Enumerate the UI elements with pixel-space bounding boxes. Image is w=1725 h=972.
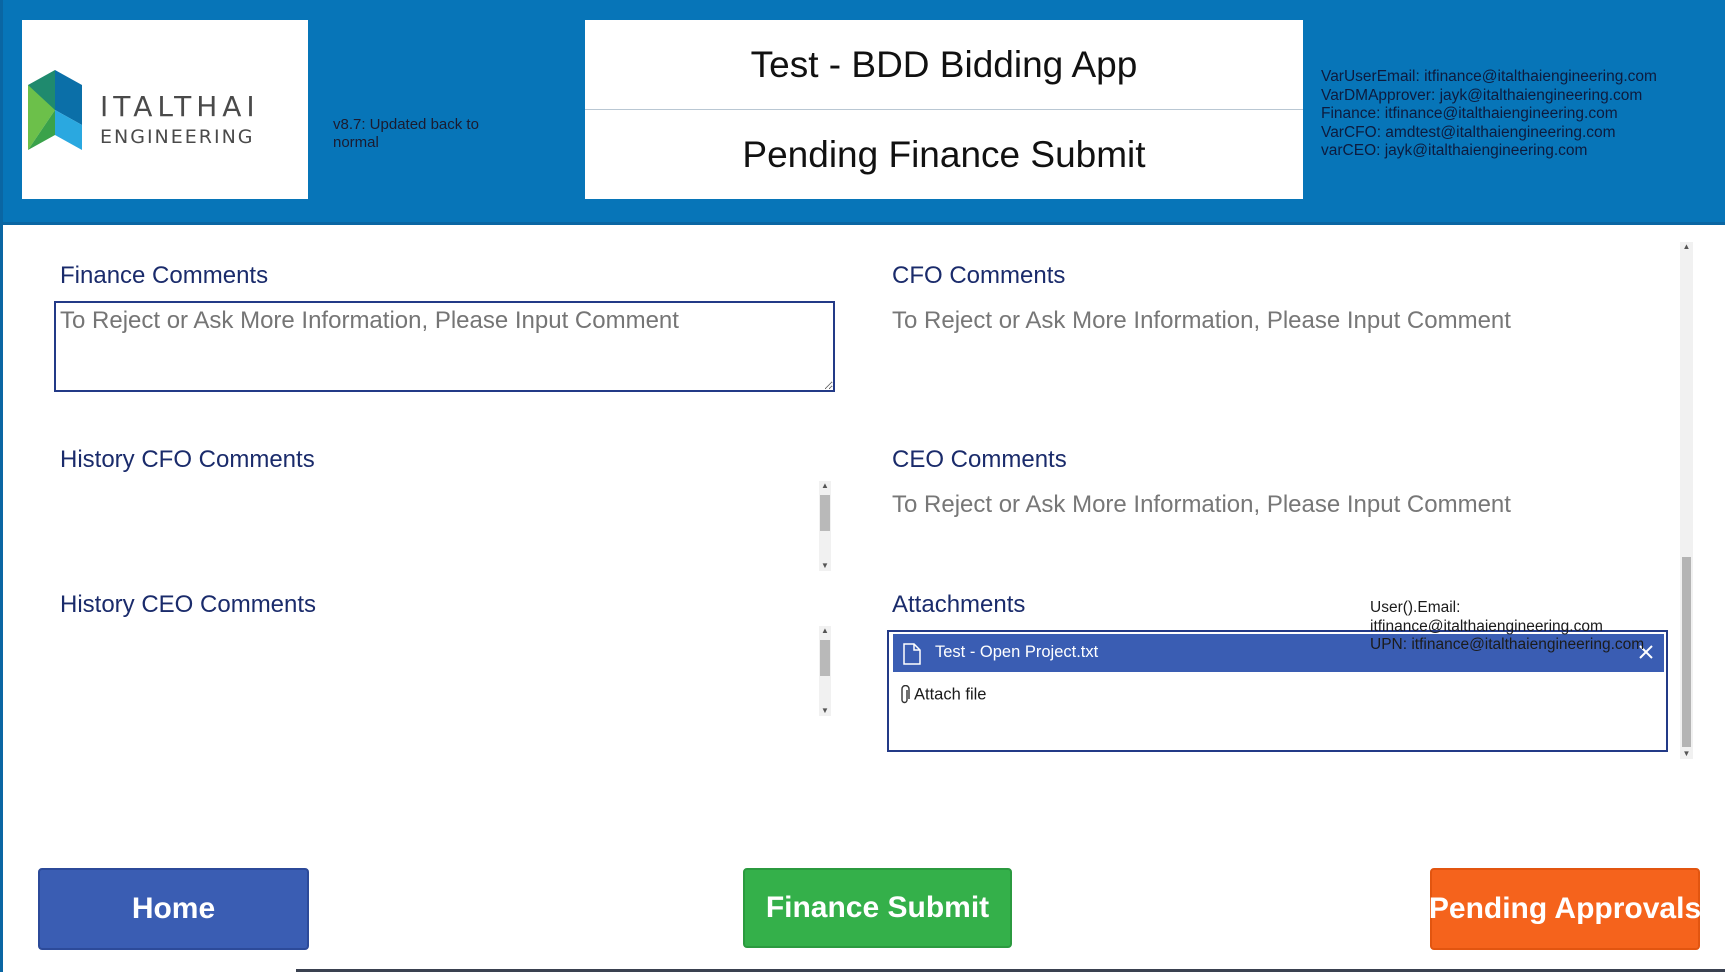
attach-file-label: Attach file <box>914 685 987 704</box>
cfo-comments-label: CFO Comments <box>892 262 1066 289</box>
title-panel: Test - BDD Bidding App Pending Finance S… <box>585 20 1303 199</box>
attachments-label: Attachments <box>892 591 1026 618</box>
var-finance: Finance: itfinance@italthaiengineering.c… <box>1321 105 1618 122</box>
logo-mark-icon <box>28 70 82 150</box>
var-user-email: VarUserEmail: itfinance@italthaiengineer… <box>1321 68 1657 85</box>
attach-file-button[interactable]: Attach file <box>899 685 986 705</box>
screen-title: Pending Finance Submit <box>742 133 1146 175</box>
cfo-comments-field[interactable]: To Reject or Ask More Information, Pleas… <box>892 307 1511 335</box>
debug-line: User().Email: <box>1370 599 1461 616</box>
scrollbar-thumb[interactable] <box>1682 557 1691 747</box>
history-ceo-scrollbar[interactable]: ▲ ▼ <box>819 626 831 716</box>
logo-wordmark: ITALTHAI <box>100 90 260 123</box>
debug-user-info: User().Email: itfinance@italthaiengineer… <box>1370 599 1670 655</box>
scroll-up-icon[interactable]: ▲ <box>819 626 831 636</box>
company-logo: ITALTHAI ENGINEERING <box>22 20 308 199</box>
version-note: v8.7: Updated back to normal <box>333 116 479 151</box>
var-dm-approver: VarDMApprover: jayk@italthaiengineering.… <box>1321 86 1643 104</box>
finance-comments-input[interactable] <box>54 301 835 392</box>
app-title: Test - BDD Bidding App <box>750 43 1138 85</box>
file-icon <box>903 643 921 665</box>
main-scrollbar[interactable]: ▲ ▼ <box>1680 242 1693 759</box>
scroll-down-icon[interactable]: ▼ <box>819 706 831 716</box>
paperclip-icon <box>901 685 910 704</box>
var-cfo: VarCFO: amdtest@italthaiengineering.com <box>1321 123 1616 141</box>
scroll-up-icon[interactable]: ▲ <box>819 481 831 491</box>
var-ceo: varCEO: jayk@italthaiengineering.com <box>1321 142 1588 159</box>
pending-approvals-button[interactable]: Pending Approvals <box>1429 868 1701 950</box>
finance-submit-button[interactable]: Finance Submit <box>743 868 1012 948</box>
ceo-comments-field[interactable]: To Reject or Ask More Information, Pleas… <box>892 491 1511 519</box>
header-divider <box>0 222 1725 225</box>
home-button[interactable]: Home <box>38 868 309 950</box>
finance-comments-label: Finance Comments <box>60 262 269 289</box>
window-edge <box>0 0 3 972</box>
scroll-down-icon[interactable]: ▼ <box>1680 749 1693 759</box>
history-ceo-label: History CEO Comments <box>60 591 317 618</box>
debug-line: itfinance@italthaiengineering.com <box>1370 617 1603 635</box>
scrollbar-thumb[interactable] <box>820 495 830 531</box>
variables-panel: VarUserEmail: itfinance@italthaiengineer… <box>1321 68 1657 161</box>
scrollbar-thumb[interactable] <box>820 640 830 676</box>
logo-subwordmark: ENGINEERING <box>100 126 255 148</box>
history-cfo-scrollbar[interactable]: ▲ ▼ <box>819 481 831 571</box>
ceo-comments-label: CEO Comments <box>892 446 1067 473</box>
scroll-up-icon[interactable]: ▲ <box>1680 242 1693 252</box>
attachment-filename[interactable]: Test - Open Project.txt <box>935 643 1098 662</box>
history-cfo-label: History CFO Comments <box>60 446 315 473</box>
scroll-down-icon[interactable]: ▼ <box>819 561 831 571</box>
debug-line: UPN: itfinance@italthaiengineering.com <box>1370 636 1645 653</box>
